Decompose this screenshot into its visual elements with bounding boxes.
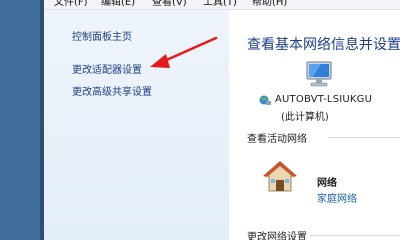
nav-change-adapter-settings[interactable]: 更改适配器设置 [72,61,142,76]
menu-edit[interactable]: 编辑(E) [101,0,135,9]
change-network-settings-heading: 更改网络设置 [247,232,307,240]
section-divider [329,137,400,138]
nav-control-panel-home[interactable]: 控制面板主页 [72,28,132,43]
menu-help[interactable]: 帮助(H) [252,0,287,9]
network-type-link[interactable]: 家庭网络 [317,190,357,205]
main-content: 查看基本网络信息并设置 AUTOBVT-LSIUKGU (此计算机) 查看活动网… [229,10,400,240]
computer-sublabel: (此计算机) [281,112,329,123]
computer-icon [306,61,332,87]
network-globe-icon [259,95,271,105]
window-left-edge [0,0,44,240]
section-divider [311,235,400,236]
computer-name: AUTOBVT-LSIUKGU [275,94,373,105]
nav-change-advanced-sharing[interactable]: 更改高级共享设置 [72,83,152,98]
active-networks-heading: 查看活动网络 [247,134,307,145]
menu-file[interactable]: 文件(F) [54,0,88,9]
menu-view[interactable]: 查看(V) [152,0,187,9]
network-name: 网络 [317,178,337,189]
home-network-icon [263,161,297,192]
menu-bar: 文件(F) 编辑(E) 查看(V) 工具(T) 帮助(H) [44,0,400,10]
menu-tools[interactable]: 工具(T) [203,0,237,9]
navigation-pane: 控制面板主页 更改适配器设置 更改高级共享设置 [44,10,229,240]
page-title: 查看基本网络信息并设置 [247,37,400,53]
